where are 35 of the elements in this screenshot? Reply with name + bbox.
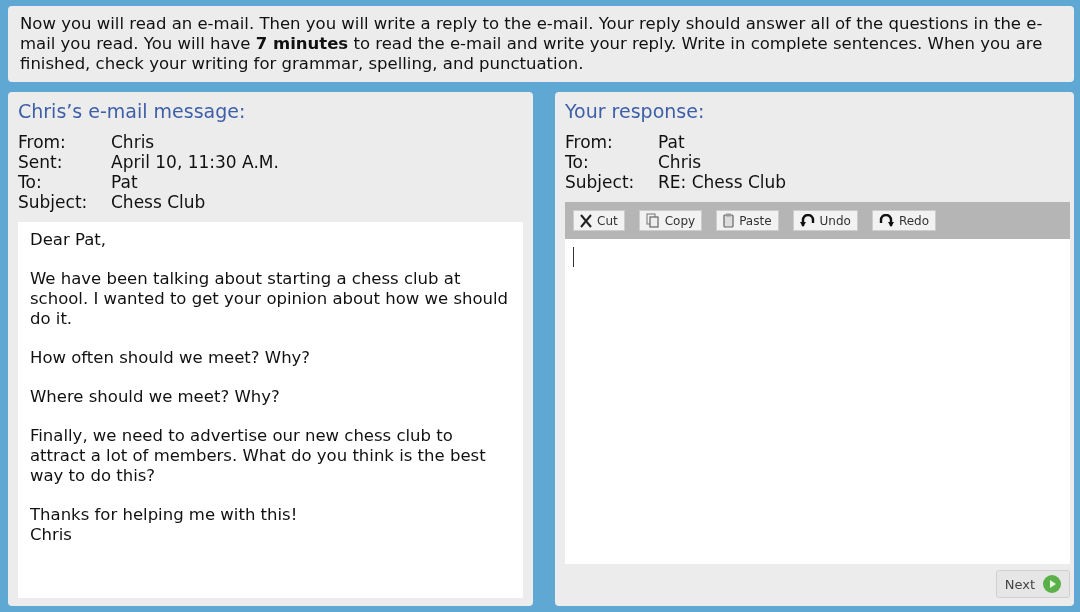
header-label: Subject: xyxy=(18,192,89,212)
header-value: Chess Club xyxy=(111,192,207,212)
reply-text-area[interactable] xyxy=(565,239,1070,564)
clipboard-icon xyxy=(723,213,735,228)
cut-button[interactable]: Cut xyxy=(573,210,625,231)
header-value: Chris xyxy=(111,132,156,152)
header-label: Subject: xyxy=(565,172,636,192)
header-label: Sent: xyxy=(18,152,64,172)
header-value: Chris xyxy=(658,152,703,172)
email-paragraph: Dear Pat, xyxy=(30,230,108,250)
header-value: Pat xyxy=(111,172,139,192)
header-value: RE: Chess Club xyxy=(658,172,787,192)
instructions-text: Now you will read an e-mail. Then you will write a reply to the e-mail. Your reply should answer all of the questions in the e-mail you read. You will have 7 minutes to read the e-mail and write your reply. Write in complete sentences. When you are finished, check your writing for grammar, spelling, and punctuation. xyxy=(20,14,1044,74)
email-paragraph: Where should we meet? Why? xyxy=(30,387,281,407)
undo-icon xyxy=(799,213,815,228)
email-paragraph: How often should we meet? Why? xyxy=(30,348,312,368)
redo-icon xyxy=(878,213,894,228)
play-icon xyxy=(1043,575,1061,593)
header-value: April 10, 11:30 A.M. xyxy=(111,152,279,172)
header-value: Pat xyxy=(658,132,686,152)
panel-title: Your response: xyxy=(565,100,706,122)
next-button[interactable]: Next xyxy=(995,570,1070,598)
copy-button[interactable]: Copy xyxy=(638,210,703,231)
redo-button[interactable]: Redo xyxy=(871,210,937,231)
header-label: To: xyxy=(18,172,43,192)
email-paragraph: Thanks for helping me with this! Chris xyxy=(30,505,299,545)
panel-title: Chris’s e-mail message: xyxy=(18,100,247,122)
header-label: To: xyxy=(565,152,590,172)
copy-icon xyxy=(645,213,660,228)
paste-button[interactable]: Paste xyxy=(716,210,779,231)
header-label: From: xyxy=(18,132,67,152)
email-paragraph: Finally, we need to advertise our new chess club to attract a lot of members. What do you think is the best way to do this? xyxy=(30,426,487,486)
undo-button[interactable]: Undo xyxy=(792,210,858,231)
header-label: From: xyxy=(565,132,614,152)
email-paragraph: We have been talking about starting a chess club at school. I wanted to get your opinion about how we should do it. xyxy=(30,269,510,329)
